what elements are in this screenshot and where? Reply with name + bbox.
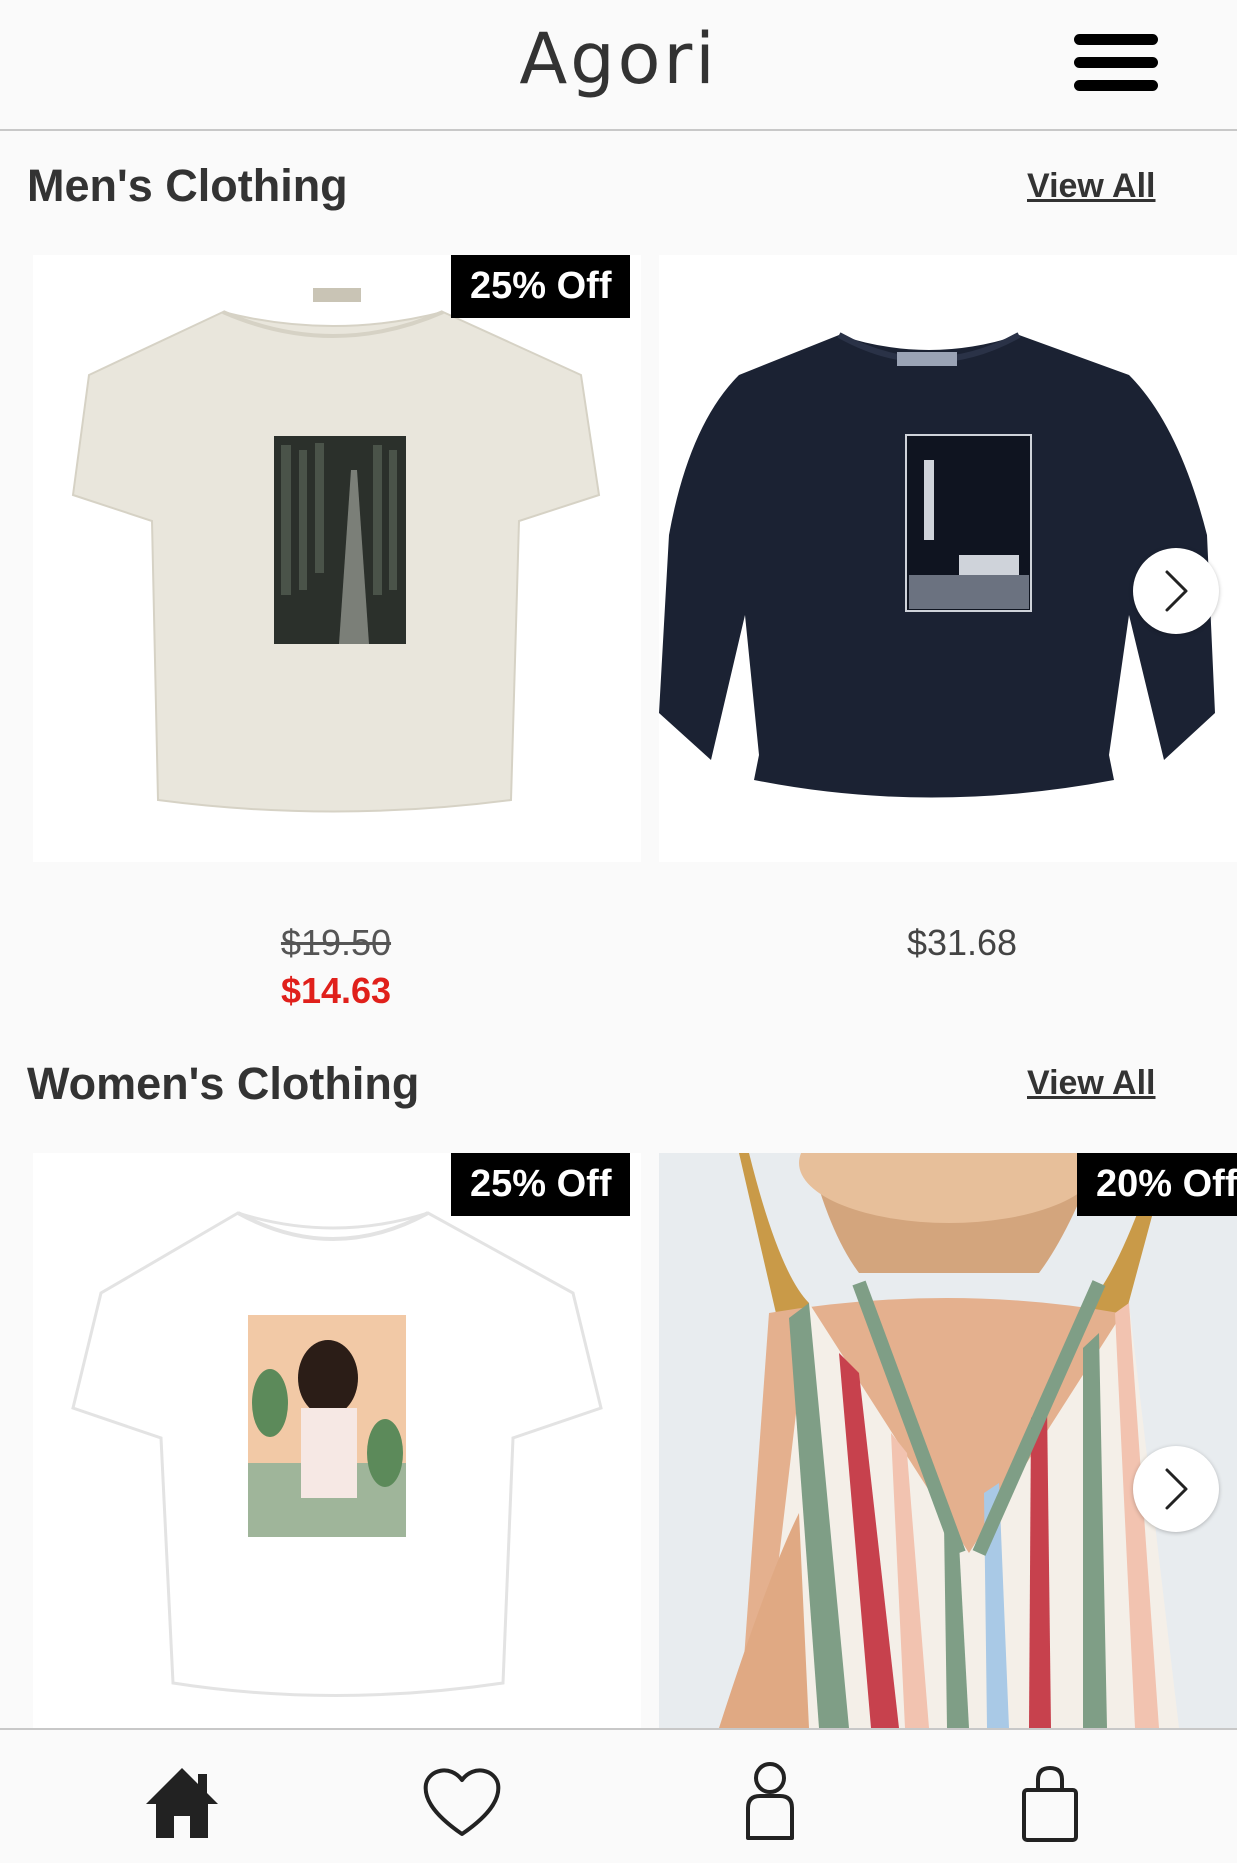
menu-bar-top	[1074, 34, 1158, 45]
sale-price: $14.63	[280, 970, 392, 1011]
chevron-right-icon	[1165, 570, 1188, 612]
view-all-womens-link[interactable]: View All	[1027, 1064, 1156, 1103]
bottom-tab-bar	[0, 1728, 1237, 1863]
heart-icon	[423, 1768, 501, 1836]
tab-account[interactable]	[728, 1760, 812, 1844]
carousel-next-button-mens[interactable]	[1133, 548, 1219, 634]
chevron-right-icon	[1165, 1468, 1188, 1510]
discount-badge: 25% Off	[451, 255, 631, 318]
tab-favorites[interactable]	[420, 1760, 504, 1844]
original-price: $19.50	[280, 922, 392, 963]
carousel-next-button-womens[interactable]	[1133, 1446, 1219, 1532]
menu-bar-bottom	[1074, 80, 1158, 91]
product-image-cream-tee	[71, 288, 601, 813]
view-all-mens-link[interactable]: View All	[1027, 167, 1156, 206]
section-title-mens: Men's Clothing	[27, 160, 348, 211]
product-card-mens-1[interactable]: 25% Off	[33, 255, 641, 862]
section-title-womens: Women's Clothing	[27, 1058, 420, 1109]
menu-bar-middle	[1074, 57, 1158, 68]
tab-cart[interactable]	[1008, 1760, 1092, 1844]
shopping-bag-icon	[1022, 1765, 1078, 1842]
product-image-striped-cami	[659, 1153, 1237, 1728]
hamburger-menu-button[interactable]	[1062, 30, 1158, 96]
tab-home[interactable]	[140, 1760, 224, 1844]
product-price: $31.68	[906, 922, 1018, 963]
discount-badge: 20% Off	[1077, 1153, 1237, 1216]
top-header: Agori	[0, 0, 1237, 131]
product-card-womens-2[interactable]: 20% Off	[659, 1153, 1237, 1728]
app-logo[interactable]: Agori	[0, 18, 1237, 100]
product-image-white-tee	[71, 1211, 603, 1697]
home-icon	[146, 1768, 218, 1838]
user-icon	[746, 1762, 794, 1840]
product-card-womens-1[interactable]: 25% Off	[33, 1153, 641, 1728]
product-card-mens-2[interactable]	[659, 255, 1237, 862]
discount-badge: 25% Off	[451, 1153, 631, 1216]
